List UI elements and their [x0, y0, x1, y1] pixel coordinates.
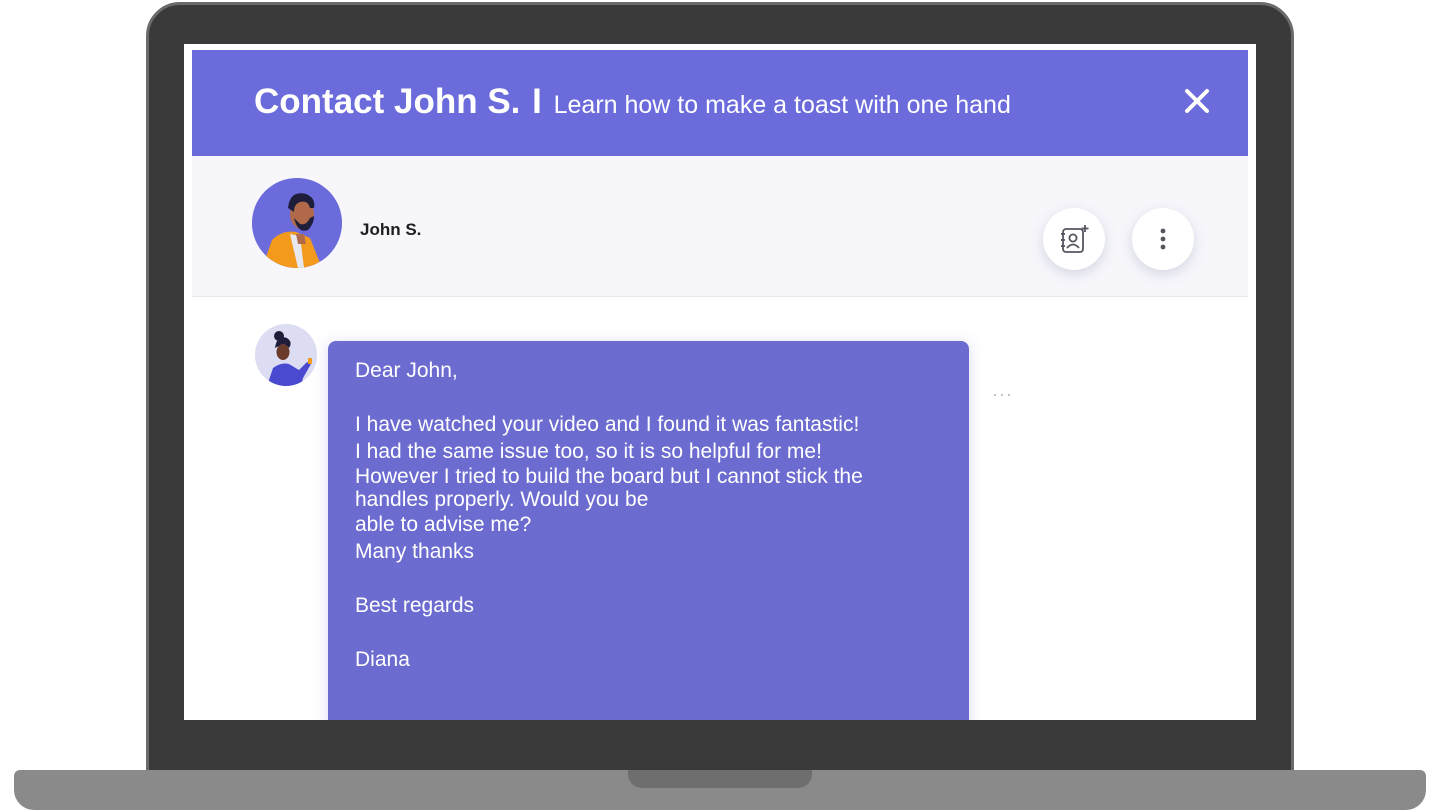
message-line: Many thanks — [355, 540, 475, 563]
add-contact-button[interactable] — [1043, 208, 1105, 270]
message-thread: Dear John, I have watched your video and… — [192, 298, 1248, 720]
title-separator: I — [532, 82, 542, 121]
screen: Contact John S. I Learn how to make a to… — [184, 44, 1256, 720]
more-options-button[interactable] — [1132, 208, 1194, 270]
message-line: I have watched your video and I found it… — [355, 413, 860, 436]
message-bubble: Dear John, I have watched your video and… — [328, 341, 969, 720]
laptop-notch — [628, 770, 812, 788]
video-subtitle: Learn how to make a toast with one hand — [553, 91, 1011, 119]
message-greeting: Dear John, — [355, 359, 458, 382]
message-options-button[interactable]: ··· — [992, 384, 1013, 405]
message-signature: Diana — [355, 648, 410, 671]
avatar[interactable] — [252, 178, 342, 268]
contact-title: Contact John S. — [254, 82, 521, 121]
page-title: Contact John S. I Learn how to make a to… — [254, 82, 1011, 122]
more-vertical-icon — [1160, 228, 1166, 250]
contact-row: John S. — [192, 156, 1248, 297]
avatar[interactable] — [255, 324, 317, 386]
message-line: able to advise me? — [355, 513, 532, 536]
message-line: However I tried to build the board but I… — [355, 465, 863, 488]
add-contact-icon — [1061, 225, 1089, 253]
message-line: I had the same issue too, so it is so he… — [355, 440, 822, 463]
close-button[interactable] — [1182, 86, 1212, 116]
message-closing: Best regards — [355, 594, 475, 617]
close-icon — [1185, 89, 1209, 113]
message-line: handles properly. Would you be — [355, 488, 649, 511]
dialog-header: Contact John S. I Learn how to make a to… — [192, 50, 1248, 156]
contact-name: John S. — [360, 220, 422, 239]
